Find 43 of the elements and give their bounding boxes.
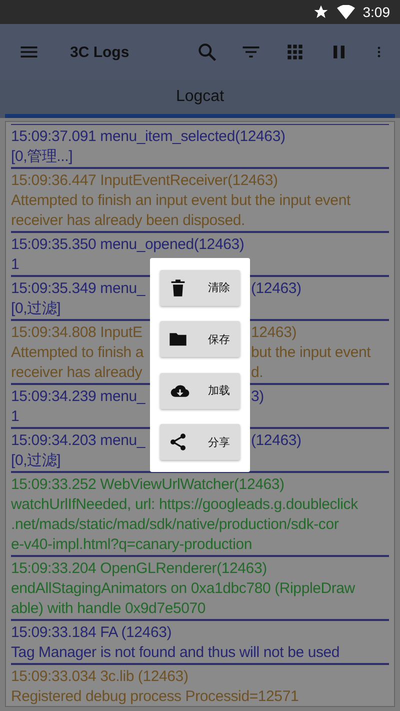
log-line: Attempted to finish a (11, 343, 144, 363)
log-line: receiver has already been disposed. (11, 211, 245, 231)
log-line: e-v40-impl.html?q=canary-production (11, 535, 252, 555)
log-line: but the input event (251, 343, 371, 363)
log-line: endAllStagingAnimators on 0xa1dbc780 (RippleDraw (11, 579, 355, 599)
search-icon[interactable] (196, 41, 218, 63)
log-line: 15:09:33.184 FA (12463) (11, 623, 172, 643)
share-icon (168, 432, 188, 452)
log-line: watchUrlIfNeeded, url: https://googleads.g.doubleclick (11, 495, 358, 515)
status-time: 3:09 (362, 4, 390, 20)
log-line: (12463) (251, 279, 302, 299)
log-line: 15:09:36.447 InputEventReceiver(12463) (11, 171, 278, 191)
log-line: 15:09:34.203 menu_ (11, 431, 146, 451)
log-line: 1 (11, 255, 20, 275)
menu-button[interactable]: 清除 (160, 270, 240, 306)
log-line: receiver has already (11, 363, 142, 383)
log-line: Attempted to finish an input event but the input event (11, 191, 350, 211)
log-line: 15:09:34.239 menu_ (11, 387, 146, 407)
app-title: 3C Logs (70, 44, 130, 60)
log-line: 15:09:37.091 menu_item_selected(12463) (11, 127, 286, 147)
log-line: 15:09:34.808 InputE (11, 323, 142, 343)
star-icon (312, 4, 329, 20)
log-line: 15:09:35.350 menu_opened(12463) (11, 235, 244, 255)
log-line: [0,过滤] (11, 299, 61, 319)
log-line: 1 (11, 407, 20, 427)
menu-button[interactable]: 保存 (160, 321, 240, 358)
wifi-icon (336, 4, 355, 20)
log-line: 15:09:33.204 OpenGLRenderer(12463) (11, 559, 267, 579)
log-line: 15:09:35.349 menu_ (11, 279, 146, 299)
log-line: .net/mads/static/mad/sdk/native/production/sdk-cor (11, 515, 339, 535)
log-line: Tag Manager is not found and thus will not be used (11, 643, 340, 663)
log-line: 12463) (251, 323, 297, 343)
menu-button[interactable]: 加载 (160, 372, 240, 409)
log-line: 15:09:33.252 WebViewUrlWatcher(12463) (11, 475, 284, 495)
log-line: [0,过滤] (11, 451, 61, 471)
log-line: 15:09:33.034 3c.lib (12463) (11, 667, 188, 687)
log-line: Registered debug process Processid=12571 (11, 687, 299, 706)
log-line: [0,管理...] (11, 147, 73, 167)
log-line: 3) (251, 387, 264, 407)
log-line: d. (251, 363, 264, 383)
menu-button[interactable]: 分享 (160, 424, 240, 460)
log-line: (12463) (251, 431, 302, 451)
log-line: able) with handle 0x9d7e5070 (11, 599, 206, 619)
